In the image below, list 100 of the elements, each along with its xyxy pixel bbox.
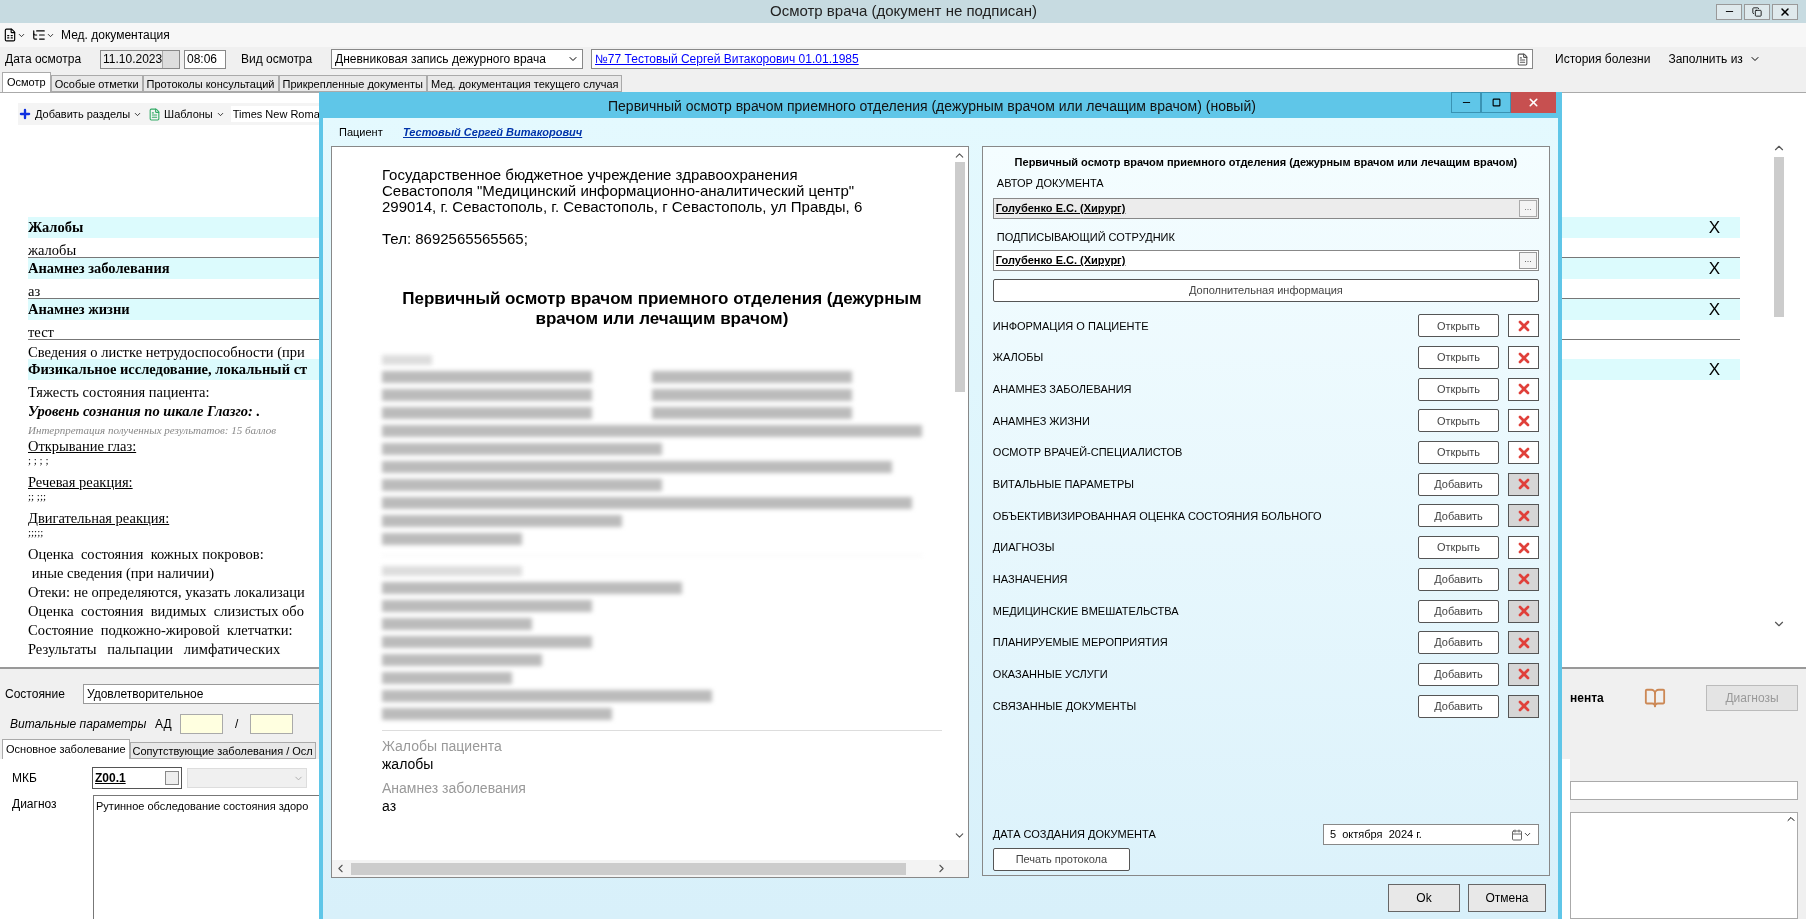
delete-section-button[interactable] xyxy=(1508,377,1539,401)
document-text: Результаты пальпации лимфатических xyxy=(28,641,281,657)
document-text: Отеки: не определяются, указать локализаци xyxy=(28,584,305,600)
restore-button[interactable] xyxy=(1744,3,1770,20)
delete-section-button[interactable] xyxy=(1508,567,1539,591)
bp-separator: / xyxy=(235,716,239,733)
cancel-button[interactable]: Отмена xyxy=(1468,884,1546,912)
date-field[interactable]: 11.10.2023 xyxy=(100,49,180,69)
section-label: ОБЪЕКТИВИЗИРОВАННАЯ ОЦЕНКА СОСТОЯНИЯ БОЛЬНОГО xyxy=(992,508,1322,524)
maximize-button[interactable] xyxy=(1481,92,1511,113)
tab[interactable]: Прикрепленные документы xyxy=(278,75,427,92)
add-sections-button[interactable]: Добавить разделы xyxy=(18,105,143,123)
fill-from-button[interactable]: Заполнить из xyxy=(1668,50,1761,68)
organization-text: 299014, г. Севастополь, г. Севастополь, г Севастополь, ул Правды, 6 xyxy=(382,199,864,215)
section-action-button[interactable]: Открыть xyxy=(1418,536,1499,560)
delete-section-button[interactable] xyxy=(1508,694,1539,718)
font-select[interactable]: Times New Roma xyxy=(230,105,322,123)
icd-field[interactable]: Z00.1 xyxy=(92,767,182,789)
book-icon[interactable] xyxy=(1643,687,1666,709)
section-text: тест xyxy=(28,324,54,340)
close-icon xyxy=(1779,5,1791,18)
section-action-button[interactable]: Добавить xyxy=(1418,631,1499,655)
section-action-button[interactable]: Открыть xyxy=(1418,314,1499,338)
field-value: аз xyxy=(382,797,398,815)
section-action-button[interactable]: Добавить xyxy=(1418,662,1499,686)
window-title: Осмотр врача (документ не подписан) xyxy=(770,1,1037,22)
list-menu-button[interactable] xyxy=(32,28,55,42)
time-field[interactable]: 08:06 xyxy=(184,49,226,69)
date-picker[interactable]: 5 октября 2024 г. xyxy=(1323,824,1539,845)
delete-section-button[interactable] xyxy=(1508,631,1539,655)
bp-label: АД xyxy=(155,716,173,733)
tab[interactable]: Протоколы консультаций xyxy=(142,75,279,92)
section-action-button[interactable]: Добавить xyxy=(1418,599,1499,623)
patient-field[interactable]: №77 Тестовый Сергей Витакорович 01.01.1985 xyxy=(591,49,1533,69)
form-icon[interactable] xyxy=(1516,52,1529,66)
document-text: Оценка состояния кожных покровов: xyxy=(28,546,264,562)
patient-link[interactable]: Тестовый Сергей Витакорович xyxy=(403,123,583,141)
section-action-button[interactable]: Открыть xyxy=(1418,441,1499,465)
section-label: АНАМНЕЗ ЖИЗНИ xyxy=(992,413,1090,429)
ok-button[interactable]: Ok xyxy=(1388,884,1460,912)
exam-type-select[interactable]: Дневниковая запись дежурного врача xyxy=(331,49,583,69)
section-action-button[interactable]: Открыть xyxy=(1418,346,1499,370)
section-label: НАЗНАЧЕНИЯ xyxy=(992,572,1068,588)
section-label: МЕДИЦИНСКИЕ ВМЕШАТЕЛЬСТВА xyxy=(992,603,1179,619)
signer-field[interactable]: Голубенко Е.С. (Хирург) ... xyxy=(992,250,1539,271)
tab[interactable]: Сопутствующие заболевания / Осл xyxy=(129,742,316,759)
section-action-button[interactable]: Открыть xyxy=(1418,409,1499,433)
text-field[interactable] xyxy=(1570,781,1798,800)
section-action-button[interactable]: Добавить xyxy=(1418,567,1499,591)
document-text: Состояние подкожно-жировой клетчатки: xyxy=(28,622,293,638)
document-menu-button[interactable] xyxy=(3,28,26,42)
scrollbar[interactable] xyxy=(332,860,968,877)
section-label: АНАМНЕЗ ЗАБОЛЕВАНИЯ xyxy=(992,381,1132,397)
tab[interactable]: Осмотр xyxy=(2,72,51,92)
templates-button[interactable]: Шаблоны xyxy=(148,105,225,123)
delete-section-button[interactable] xyxy=(1508,409,1539,433)
dialog-title: Первичный осмотр врачом приемного отделения (дежурным врачом или лечащим врачом) (новый) xyxy=(608,97,1256,116)
close-button[interactable] xyxy=(1772,3,1798,20)
delete-section-button[interactable] xyxy=(1508,441,1539,465)
scrollbar-thumb[interactable] xyxy=(1774,157,1784,317)
delete-section-button[interactable] xyxy=(1508,599,1539,623)
systolic-field[interactable] xyxy=(180,714,223,734)
menu-item[interactable]: Мед. документация xyxy=(61,26,170,44)
field-label: Речевая реакция: xyxy=(28,474,133,490)
scrollbar-thumb[interactable] xyxy=(351,862,906,875)
delete-section-button[interactable] xyxy=(1508,314,1539,338)
patient-label: Пациент xyxy=(338,124,384,140)
delete-section-button[interactable] xyxy=(1508,346,1539,370)
tab[interactable]: Мед. документация текущего случая xyxy=(427,75,623,92)
more-info-button[interactable]: Дополнительная информация xyxy=(992,279,1539,302)
delete-section-button[interactable] xyxy=(1508,536,1539,560)
remove-section-button[interactable]: X xyxy=(1708,214,1720,241)
diastolic-field[interactable] xyxy=(250,714,294,734)
author-field[interactable]: Голубенко Е.С. (Хирург) ... xyxy=(992,197,1539,219)
delete-section-button[interactable] xyxy=(1508,472,1539,496)
section-label: ВИТАЛЬНЫЕ ПАРАМЕТРЫ xyxy=(992,477,1134,493)
field-value: ;; ;;; xyxy=(28,490,47,502)
plus-icon xyxy=(18,107,32,121)
section-action-button[interactable]: Добавить xyxy=(1418,504,1499,528)
field-label: Анамнез заболевания xyxy=(382,779,527,797)
panel-title: Первичный осмотр врачом приемного отделения (дежурным врачом или лечащим врачом) xyxy=(1013,155,1519,169)
tab[interactable]: Основное заболевание xyxy=(2,739,130,759)
patient-link[interactable]: №77 Тестовый Сергей Витакорович 01.01.1985 xyxy=(595,50,859,68)
history-button[interactable]: История болезни xyxy=(1555,50,1651,68)
component-label: нента xyxy=(1570,690,1604,707)
delete-section-button[interactable] xyxy=(1508,662,1539,686)
section-action-button[interactable]: Добавить xyxy=(1418,694,1499,718)
vitals-label: Витальные параметры xyxy=(10,716,148,733)
print-button[interactable]: Печать протокола xyxy=(992,848,1130,871)
section-action-button[interactable]: Добавить xyxy=(1418,472,1499,496)
remove-section-button[interactable]: X xyxy=(1708,356,1720,383)
remove-section-button[interactable]: X xyxy=(1708,296,1720,323)
tab[interactable]: Особые отметки xyxy=(50,75,143,92)
document-icon xyxy=(3,28,17,42)
delete-section-button[interactable] xyxy=(1508,504,1539,528)
section-label: ЖАЛОБЫ xyxy=(992,350,1044,366)
scrollbar-thumb[interactable] xyxy=(954,162,965,392)
section-action-button[interactable]: Открыть xyxy=(1418,377,1499,401)
signer-label: ПОДПИСЫВАЮЩИЙ СОТРУДНИК xyxy=(995,229,1176,245)
remove-section-button[interactable]: X xyxy=(1708,255,1720,282)
